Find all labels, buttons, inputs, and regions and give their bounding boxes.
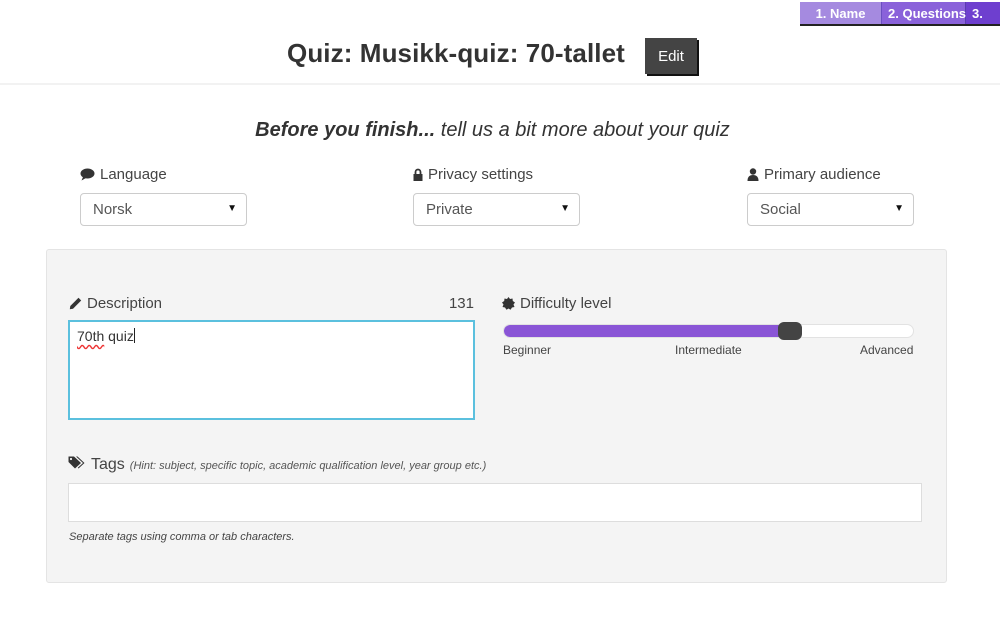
progress-steps: 1. Name 2. Questions 3. xyxy=(800,2,1000,26)
language-label: Language xyxy=(80,166,167,183)
description-label-text: Description xyxy=(87,295,163,312)
heading-bold: Before you finish... xyxy=(255,119,436,141)
privacy-label-text: Privacy settings xyxy=(428,166,534,183)
difficulty-mid-label: Intermediate xyxy=(675,343,742,357)
user-icon xyxy=(747,168,759,181)
tags-icon xyxy=(68,456,86,469)
audience-label-text: Primary audience xyxy=(764,166,881,183)
audience-select[interactable]: Social ▼ xyxy=(747,193,914,226)
description-textarea[interactable]: 70th quiz xyxy=(68,320,475,420)
difficulty-slider-handle[interactable] xyxy=(778,322,803,340)
description-text: quiz xyxy=(104,328,134,344)
privacy-label: Privacy settings xyxy=(413,166,533,183)
tags-help-text: Separate tags using comma or tab charact… xyxy=(69,531,295,543)
text-cursor xyxy=(133,328,135,343)
misspelled-word: 70th xyxy=(77,328,105,344)
difficulty-label: Difficulty level xyxy=(502,295,611,312)
chevron-down-icon: ▼ xyxy=(560,203,570,214)
lock-icon xyxy=(413,168,423,181)
step-name[interactable]: 1. Name xyxy=(800,2,882,24)
audience-value: Social xyxy=(760,201,801,218)
description-char-counter: 131 xyxy=(448,295,474,312)
certificate-icon xyxy=(502,297,515,310)
tags-input[interactable] xyxy=(68,483,922,522)
language-select[interactable]: Norsk ▼ xyxy=(80,193,247,226)
difficulty-max-label: Advanced xyxy=(860,343,914,357)
tags-hint: (Hint: subject, specific topic, academic… xyxy=(129,460,487,472)
comment-icon xyxy=(80,168,95,181)
privacy-value: Private xyxy=(426,201,473,218)
description-label: Description xyxy=(69,295,162,312)
language-value: Norsk xyxy=(93,201,133,218)
step-questions[interactable]: 2. Questions xyxy=(882,2,966,24)
audience-label: Primary audience xyxy=(747,166,881,183)
privacy-select[interactable]: Private ▼ xyxy=(413,193,580,226)
difficulty-label-text: Difficulty level xyxy=(520,295,612,312)
difficulty-slider-fill xyxy=(504,325,791,337)
tags-label: Tags (Hint: subject, specific topic, aca… xyxy=(68,456,486,474)
chevron-down-icon: ▼ xyxy=(227,203,237,214)
tags-label-text: Tags xyxy=(91,456,125,473)
language-label-text: Language xyxy=(100,166,167,183)
difficulty-min-label: Beginner xyxy=(503,343,552,357)
page-title: Quiz: Musikk-quiz: 70-tallet xyxy=(287,38,625,68)
step-finish[interactable]: 3. xyxy=(966,2,1000,24)
pencil-icon xyxy=(69,297,82,310)
heading-rest: tell us a bit more about your quiz xyxy=(435,119,730,141)
edit-title-button[interactable]: Edit xyxy=(645,38,697,74)
section-heading: Before you finish... tell us a bit more … xyxy=(0,119,985,142)
chevron-down-icon: ▼ xyxy=(894,203,904,214)
difficulty-slider[interactable] xyxy=(503,322,914,340)
